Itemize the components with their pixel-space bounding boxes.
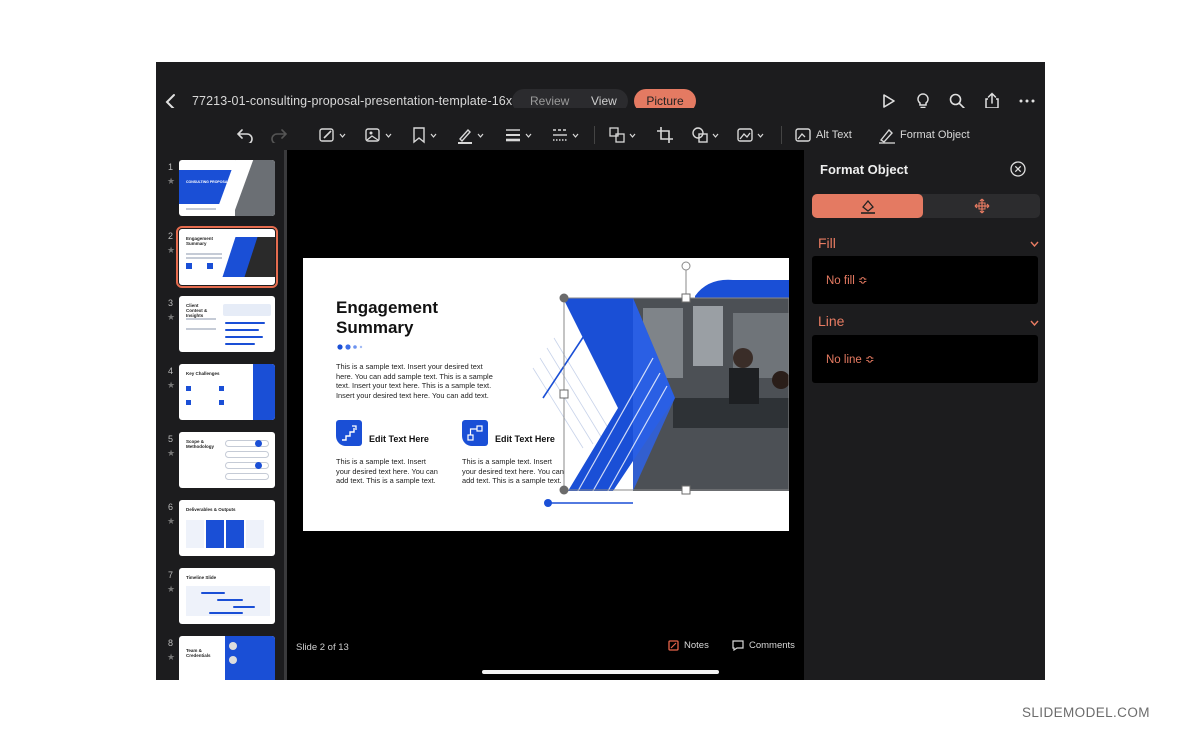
alt-text-button[interactable]: Alt Text (794, 125, 852, 145)
format-object-label: Format Object (900, 129, 970, 141)
thumbnail-title: Engagement Summary (186, 236, 214, 246)
comment-icon (732, 640, 744, 651)
tab-review[interactable]: Review (530, 94, 569, 108)
thumbnail-number: 1 (168, 162, 174, 172)
rotate-handle (681, 261, 691, 271)
chevron-down-icon[interactable] (1030, 320, 1039, 326)
star-icon: ★ (167, 312, 176, 322)
thumbnail-image: Timeline Slide (179, 568, 275, 624)
star-icon: ★ (167, 584, 176, 594)
resize-handle-bottom-left (559, 485, 569, 495)
alt-text-label: Alt Text (816, 129, 852, 141)
thumbnail-number: 5 (168, 434, 174, 444)
thumbnail-5[interactable]: 5 ★ Scope & Methodology (156, 432, 284, 492)
line-dropdown[interactable]: No line ≎ (812, 335, 1038, 383)
slide-2[interactable]: Engagement Summary This is a sample text… (303, 258, 789, 531)
star-icon: ★ (167, 245, 176, 255)
line-section-label[interactable]: Line (818, 313, 844, 329)
thumbnail-1[interactable]: 1 ★ CONSULTING PROPOSAL (156, 160, 284, 220)
thumbnail-8[interactable]: 8 ★ Team & Credentials (156, 636, 284, 680)
thumbnail-number: 4 (168, 366, 174, 376)
star-icon: ★ (167, 448, 176, 458)
arrange-button[interactable] (608, 125, 636, 145)
change-picture-button[interactable] (364, 125, 392, 145)
thumbnail-image: Engagement Summary (176, 226, 278, 288)
undo-icon[interactable] (236, 125, 254, 145)
chevron-down-icon[interactable] (1030, 241, 1039, 247)
line-value: No line ≎ (826, 354, 875, 366)
thumbnail-title: CONSULTING PROPOSAL (186, 180, 230, 184)
thumbnail-image: Team & Credentials (179, 636, 275, 680)
comments-button[interactable]: Comments (732, 640, 795, 651)
resize-handle-top (681, 293, 691, 303)
thumbnail-image: CONSULTING PROPOSAL (179, 160, 275, 216)
resize-handle-bottom (681, 485, 691, 495)
star-icon: ★ (167, 380, 176, 390)
thumbnail-7[interactable]: 7 ★ Timeline Slide (156, 568, 284, 628)
document-title[interactable]: 77213-01-consulting-proposal-presentatio… (192, 94, 519, 108)
star-icon: ★ (167, 652, 176, 662)
picture-styles-button[interactable] (318, 125, 346, 145)
thumbnail-3[interactable]: 3 ★ Client Context & Insights (156, 296, 284, 356)
notes-icon (668, 640, 679, 651)
thumbnail-number: 3 (168, 298, 174, 308)
thumbnail-number: 2 (168, 231, 174, 241)
thumbnail-title: Deliverables & Outputs (186, 507, 236, 512)
comments-label: Comments (749, 640, 795, 651)
bookmark-style-button[interactable] (411, 125, 437, 145)
line-dash-button[interactable] (551, 125, 579, 145)
resize-handle-top-left (559, 293, 569, 303)
thumbnail-number: 7 (168, 570, 174, 580)
thumbnail-title: Scope & Methodology (186, 439, 214, 449)
slide-thumbnail-pane: 1 ★ CONSULTING PROPOSAL 2 ★ Engagement S… (156, 150, 286, 680)
fill-section-label[interactable]: Fill (818, 235, 836, 251)
panel-segmented-control (812, 194, 1040, 218)
resize-handle-left (559, 389, 569, 399)
notes-button[interactable]: Notes (668, 640, 709, 651)
notes-label: Notes (684, 640, 709, 651)
thumbnail-title: Timeline Slide (186, 575, 217, 580)
ribbon-toolbar: Alt Text Format Object (156, 108, 1045, 150)
format-object-button[interactable]: Format Object (878, 125, 970, 145)
paint-bucket-icon (861, 199, 875, 214)
slide-canvas: Engagement Summary This is a sample text… (287, 150, 804, 680)
thumbnail-2[interactable]: 2 ★ Engagement Summary (156, 226, 284, 289)
selection-frame[interactable] (303, 258, 789, 531)
format-object-panel: Format Object Fill No fill ≎ Line No lin… (804, 150, 1045, 680)
thumbnail-6[interactable]: 6 ★ Deliverables & Outputs (156, 500, 284, 560)
panel-title: Format Object (820, 162, 909, 177)
tab-view[interactable]: View (591, 94, 617, 108)
ribbon-divider (781, 126, 782, 144)
star-icon: ★ (167, 516, 176, 526)
home-indicator[interactable] (482, 670, 719, 674)
ipad-screen: 77213-01-consulting-proposal-presentatio… (156, 62, 1045, 680)
fill-value: No fill ≎ (826, 275, 868, 287)
fill-dropdown[interactable]: No fill ≎ (812, 256, 1038, 304)
crop-icon[interactable] (656, 125, 674, 145)
title-bar: 77213-01-consulting-proposal-presentatio… (156, 62, 1045, 113)
line-weight-button[interactable] (504, 125, 532, 145)
thumbnail-title: Team & Credentials (186, 648, 211, 658)
redo-icon[interactable] (270, 125, 288, 145)
fill-line-tab[interactable] (812, 194, 923, 218)
close-icon[interactable] (1010, 161, 1026, 177)
picture-effects-button[interactable] (736, 125, 764, 145)
star-icon: ★ (167, 176, 176, 186)
thumbnail-image: Key Challenges (179, 364, 275, 420)
thumbnail-image: Scope & Methodology (179, 432, 275, 488)
thumbnail-4[interactable]: 4 ★ Key Challenges (156, 364, 284, 424)
thumbnail-image: Client Context & Insights (179, 296, 275, 352)
shape-button[interactable] (691, 125, 719, 145)
thumbnail-number: 8 (168, 638, 174, 648)
slide-counter: Slide 2 of 13 (296, 642, 349, 653)
thumbnail-image: Deliverables & Outputs (179, 500, 275, 556)
thumbnail-title: Client Context & Insights (186, 303, 208, 318)
thumbnail-number: 6 (168, 502, 174, 512)
thumbnail-title: Key Challenges (186, 371, 220, 376)
watermark: SLIDEMODEL.COM (1022, 705, 1150, 720)
ribbon-divider (594, 126, 595, 144)
size-position-icon[interactable] (974, 198, 990, 214)
pen-color-button[interactable] (456, 125, 484, 145)
